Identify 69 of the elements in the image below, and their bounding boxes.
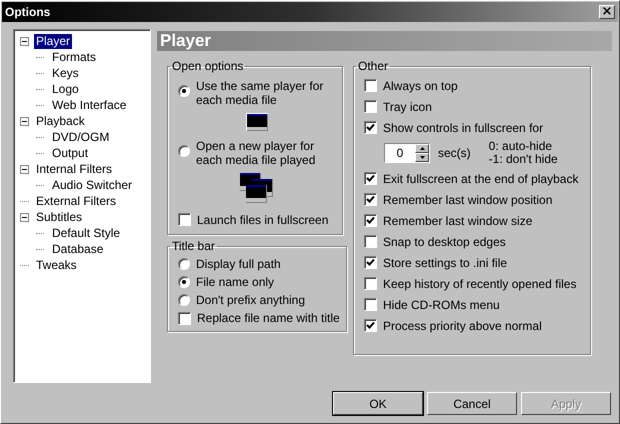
radio-label: Don't prefix anything <box>196 293 306 307</box>
tree-item[interactable]: Logo <box>50 82 81 96</box>
collapse-toggle-icon[interactable] <box>20 164 29 174</box>
tree-item[interactable]: Web Interface <box>50 98 128 112</box>
radio-label: Use the same player for each media file <box>196 79 324 107</box>
close-button[interactable]: × <box>599 5 615 19</box>
checkbox-label: Hide CD-ROMs menu <box>383 298 500 312</box>
page-title: Player <box>160 31 212 51</box>
checkbox[interactable] <box>364 172 377 185</box>
checkbox-label: Remember last window size <box>383 214 532 228</box>
radio-button[interactable] <box>178 85 190 97</box>
collapse-toggle-icon[interactable] <box>20 212 29 222</box>
checkbox[interactable] <box>364 214 377 227</box>
radio-label: Display full path <box>196 257 281 271</box>
checkbox-label: Replace file name with title <box>197 311 340 325</box>
tree-item[interactable]: Output <box>50 146 90 160</box>
checkbox[interactable] <box>364 235 377 248</box>
checkbox-label: Launch files in fullscreen <box>197 212 328 226</box>
radio-label: Open a new player for each media file played <box>196 139 316 167</box>
tree-item[interactable]: Subtitles <box>34 210 84 224</box>
tree-item[interactable]: DVD/OGM <box>50 130 112 144</box>
collapse-toggle-icon[interactable] <box>20 36 29 46</box>
group-title: Open options <box>171 59 244 73</box>
window-icon <box>246 113 268 131</box>
radio-button[interactable] <box>178 258 190 270</box>
spin-field[interactable]: 0 <box>384 143 430 163</box>
checkbox[interactable] <box>178 213 191 226</box>
tree-item[interactable]: Player <box>34 34 72 48</box>
tree-item[interactable]: Tweaks <box>34 258 79 272</box>
group-title: Title bar <box>171 239 216 253</box>
tree-item[interactable]: Default Style <box>50 226 122 240</box>
checkbox-label: Store settings to .ini file <box>383 256 508 270</box>
tree-item[interactable]: Database <box>50 242 106 256</box>
checkbox[interactable] <box>364 193 377 206</box>
window-title: Options <box>5 5 50 19</box>
checkbox[interactable] <box>364 319 377 332</box>
unit-label: sec(s) <box>438 146 471 160</box>
checkbox[interactable] <box>364 298 377 311</box>
tree-item[interactable]: External Filters <box>34 194 118 208</box>
tree-item[interactable]: Keys <box>50 66 81 80</box>
checkbox[interactable] <box>364 121 377 134</box>
dialog-button[interactable]: OK <box>333 392 423 415</box>
radio-button[interactable] <box>178 294 190 306</box>
tree-item[interactable]: Formats <box>50 50 98 64</box>
dialog-button[interactable]: Cancel <box>427 392 517 415</box>
checkbox[interactable] <box>364 100 377 113</box>
radio-label: File name only <box>196 275 274 289</box>
checkbox-label: Exit fullscreen at the end of playback <box>383 172 578 186</box>
checkbox-label: Snap to desktop edges <box>383 234 506 248</box>
tree-item[interactable]: Internal Filters <box>34 162 114 176</box>
checkbox[interactable] <box>364 277 377 290</box>
checkbox[interactable] <box>364 256 377 269</box>
radio-button[interactable] <box>178 276 190 288</box>
group-title: Other <box>357 59 390 73</box>
checkbox-label: Tray icon <box>383 100 432 114</box>
checkbox-label: Process priority above normal <box>383 318 542 332</box>
tree-item[interactable]: Playback <box>34 114 87 128</box>
checkbox-label: Keep history of recently opened files <box>383 276 576 290</box>
checkbox-label: Remember last window position <box>383 192 552 206</box>
radio-button[interactable] <box>178 145 190 157</box>
hint-text: 0: auto-hide <box>488 140 554 153</box>
hint-text: -1: don't hide <box>488 153 558 166</box>
checkbox[interactable] <box>364 79 377 92</box>
checkbox[interactable] <box>178 312 191 324</box>
checkbox-label: Always on top <box>383 78 458 92</box>
checkbox-label: Show controls in fullscreen for <box>383 120 544 134</box>
tree-item[interactable]: Audio Switcher <box>50 178 134 192</box>
windows-icon <box>240 173 274 205</box>
collapse-toggle-icon[interactable] <box>20 116 29 126</box>
